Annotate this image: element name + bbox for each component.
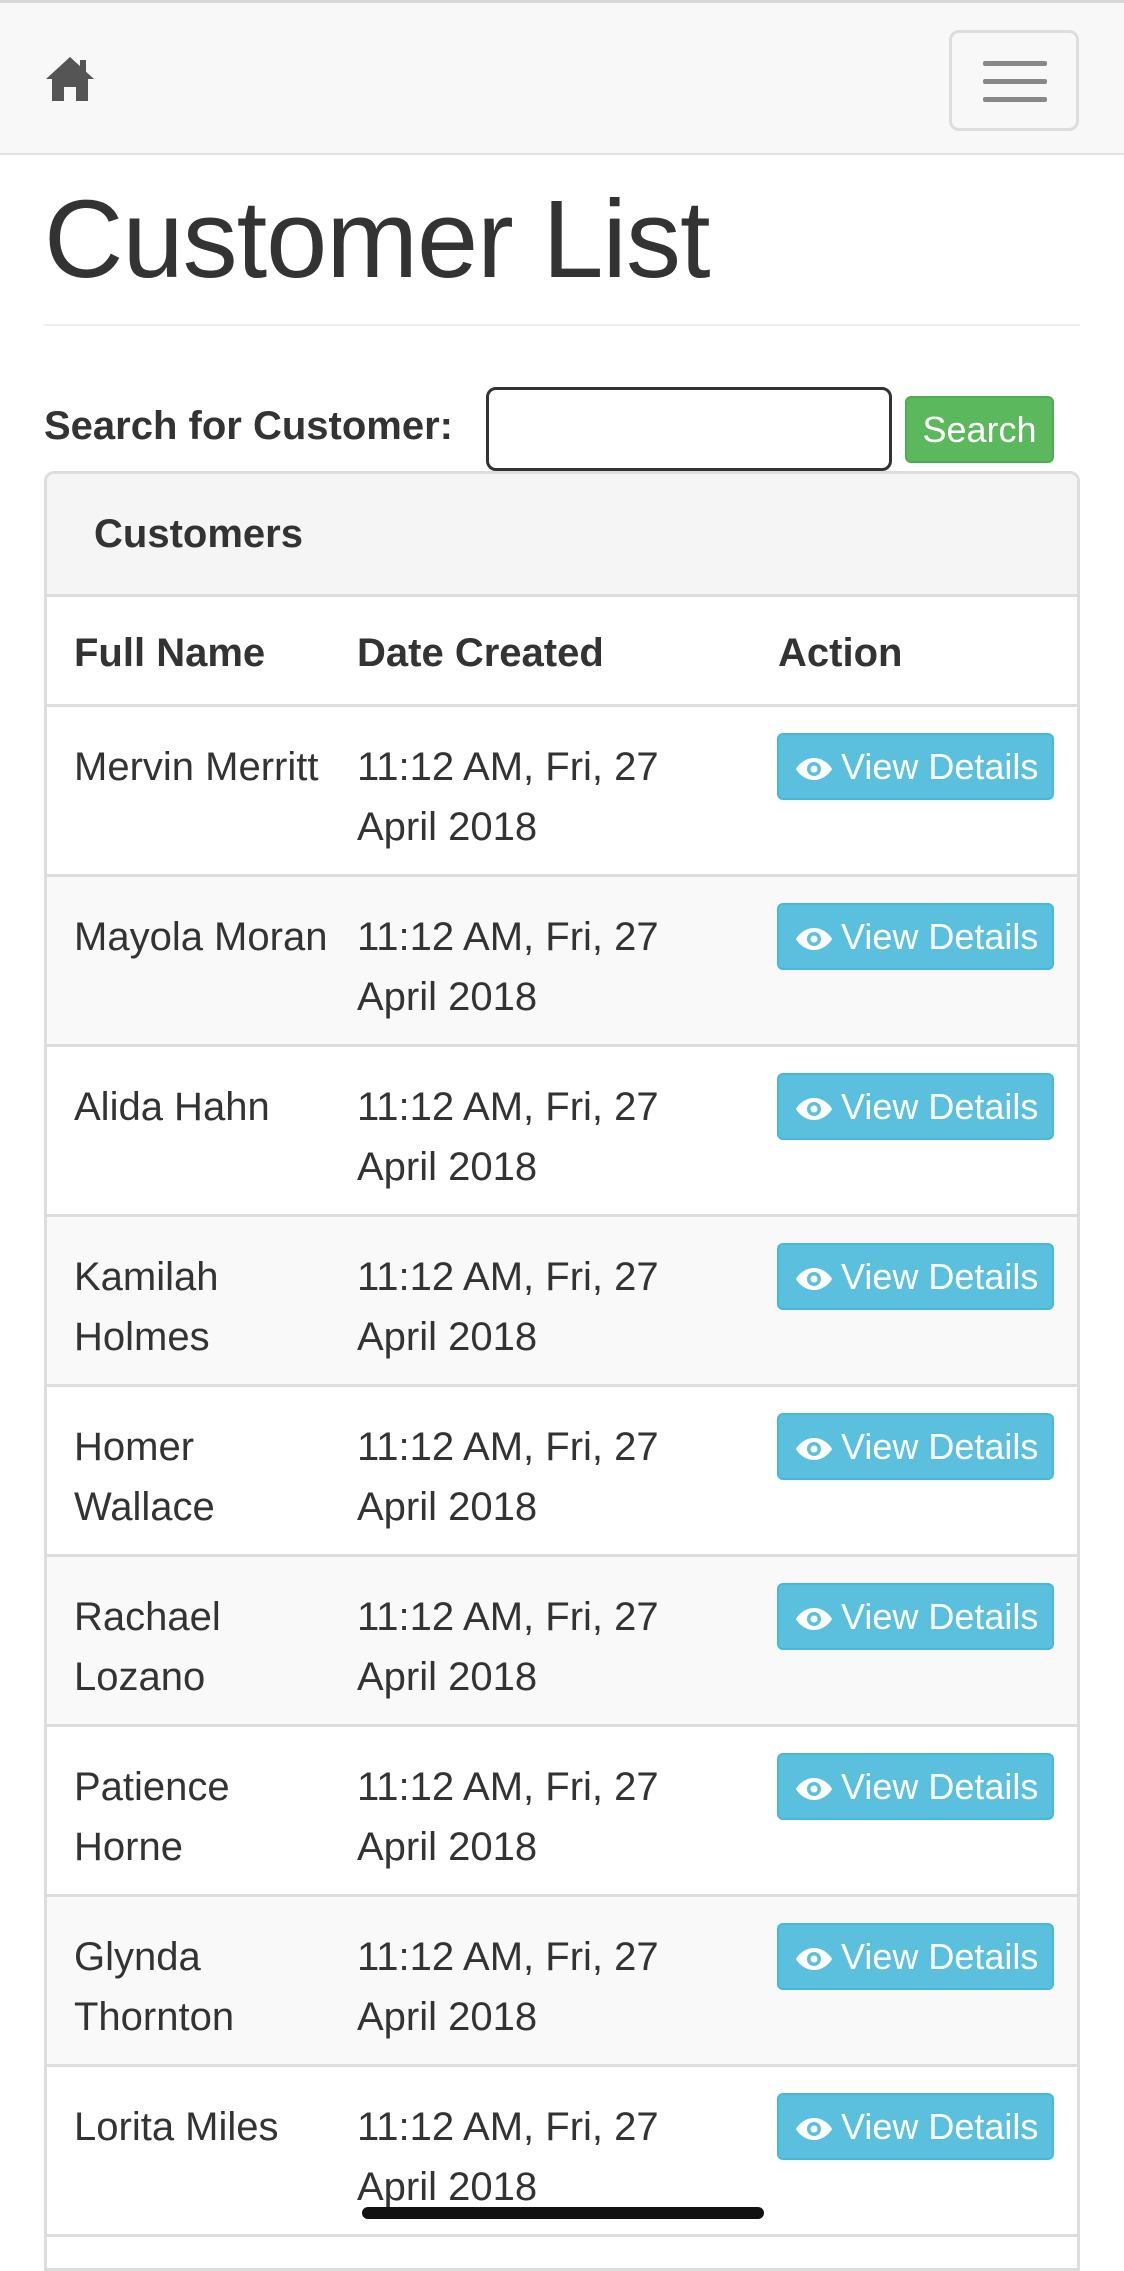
navbar (0, 0, 1124, 155)
menu-toggle-button[interactable] (949, 30, 1079, 131)
hamburger-bar (983, 79, 1047, 84)
date-created: 11:12 AM, Fri, 27 April 2018 (357, 2105, 659, 2209)
table-header: Full Name Date Created Action (47, 597, 1077, 707)
customer-name: Mervin Merritt (74, 745, 319, 789)
table-row: Glynda Thornton 11:12 AM, Fri, 27 April 2… (47, 1897, 1077, 2067)
date-created: 11:12 AM, Fri, 27 April 2018 (357, 1085, 659, 1189)
eye-icon (796, 1098, 832, 1120)
view-details-label: View Details (841, 1596, 1039, 1637)
view-details-label: View Details (841, 1426, 1039, 1467)
customer-name: Mayola Moran (74, 915, 328, 959)
customer-name: Rachael Lozano (74, 1595, 221, 1699)
search-input[interactable] (486, 387, 892, 471)
table-row: Rachael Lozano 11:12 AM, Fri, 27 April 20… (47, 1557, 1077, 1727)
view-details-button[interactable]: View Details (777, 1073, 1054, 1140)
hamburger-menu-icon (983, 61, 1047, 66)
column-header-date-created: Date Created (357, 631, 604, 675)
eye-icon (796, 758, 832, 780)
view-details-button[interactable]: View Details (777, 1243, 1054, 1310)
title-divider (44, 324, 1080, 326)
view-details-button[interactable]: View Details (777, 1583, 1054, 1650)
table-row: Kamilah Holmes 11:12 AM, Fri, 27 April 20… (47, 1217, 1077, 1387)
column-header-action: Action (778, 631, 903, 675)
view-details-button[interactable]: View Details (777, 2093, 1054, 2160)
search-button[interactable]: Search (905, 396, 1054, 463)
eye-icon (796, 2118, 832, 2140)
view-details-button[interactable]: View Details (777, 1753, 1054, 1820)
eye-icon (796, 1608, 832, 1630)
eye-icon (796, 1778, 832, 1800)
view-details-label: View Details (841, 1936, 1039, 1977)
customer-name: Lorita Miles (74, 2105, 279, 2149)
customer-name: Kamilah Holmes (74, 1255, 219, 1359)
table-row: Homer Wallace 11:12 AM, Fri, 27 April 201… (47, 1387, 1077, 1557)
eye-icon (796, 1268, 832, 1290)
view-details-label: View Details (841, 1766, 1039, 1807)
search-label: Search for Customer: (44, 404, 453, 448)
date-created: 11:12 AM, Fri, 27 April 2018 (357, 1425, 659, 1529)
panel-heading: Customers (47, 474, 1077, 597)
date-created: 11:12 AM, Fri, 27 April 2018 (357, 1595, 659, 1699)
table-row: Mayola Moran 11:12 AM, Fri, 27 April 2018… (47, 877, 1077, 1047)
home-indicator (362, 2207, 764, 2219)
customer-name: Glynda Thornton (74, 1935, 235, 2039)
eye-icon (796, 1438, 832, 1460)
view-details-label: View Details (841, 1086, 1039, 1127)
customer-name: Patience Horne (74, 1765, 230, 1869)
table-row: Alida Hahn 11:12 AM, Fri, 27 April 2018 Vi… (47, 1047, 1077, 1217)
date-created: 11:12 AM, Fri, 27 April 2018 (357, 745, 659, 849)
eye-icon (796, 1948, 832, 1970)
view-details-label: View Details (841, 2106, 1039, 2147)
date-created: 11:12 AM, Fri, 27 April 2018 (357, 1255, 659, 1359)
view-details-button[interactable]: View Details (777, 903, 1054, 970)
date-created: 11:12 AM, Fri, 27 April 2018 (357, 1765, 659, 1869)
date-created: 11:12 AM, Fri, 27 April 2018 (357, 1935, 659, 2039)
page-title: Customer List (44, 178, 711, 301)
table-body: Mervin Merritt 11:12 AM, Fri, 27 April 20… (47, 707, 1077, 2237)
home-icon[interactable] (44, 55, 96, 103)
table-row: Mervin Merritt 11:12 AM, Fri, 27 April 20… (47, 707, 1077, 877)
customer-name: Alida Hahn (74, 1085, 270, 1129)
table-row: Patience Horne 11:12 AM, Fri, 27 April 20… (47, 1727, 1077, 1897)
customer-name: Homer Wallace (74, 1425, 215, 1529)
customers-panel: Customers Full Name Date Created Action … (44, 471, 1080, 2271)
eye-icon (796, 928, 832, 950)
view-details-label: View Details (841, 1256, 1039, 1297)
view-details-label: View Details (841, 746, 1039, 787)
column-header-full-name: Full Name (74, 631, 266, 675)
hamburger-bar (983, 97, 1047, 102)
view-details-button[interactable]: View Details (777, 733, 1054, 800)
view-details-button[interactable]: View Details (777, 1413, 1054, 1480)
date-created: 11:12 AM, Fri, 27 April 2018 (357, 915, 659, 1019)
view-details-label: View Details (841, 916, 1039, 957)
view-details-button[interactable]: View Details (777, 1923, 1054, 1990)
